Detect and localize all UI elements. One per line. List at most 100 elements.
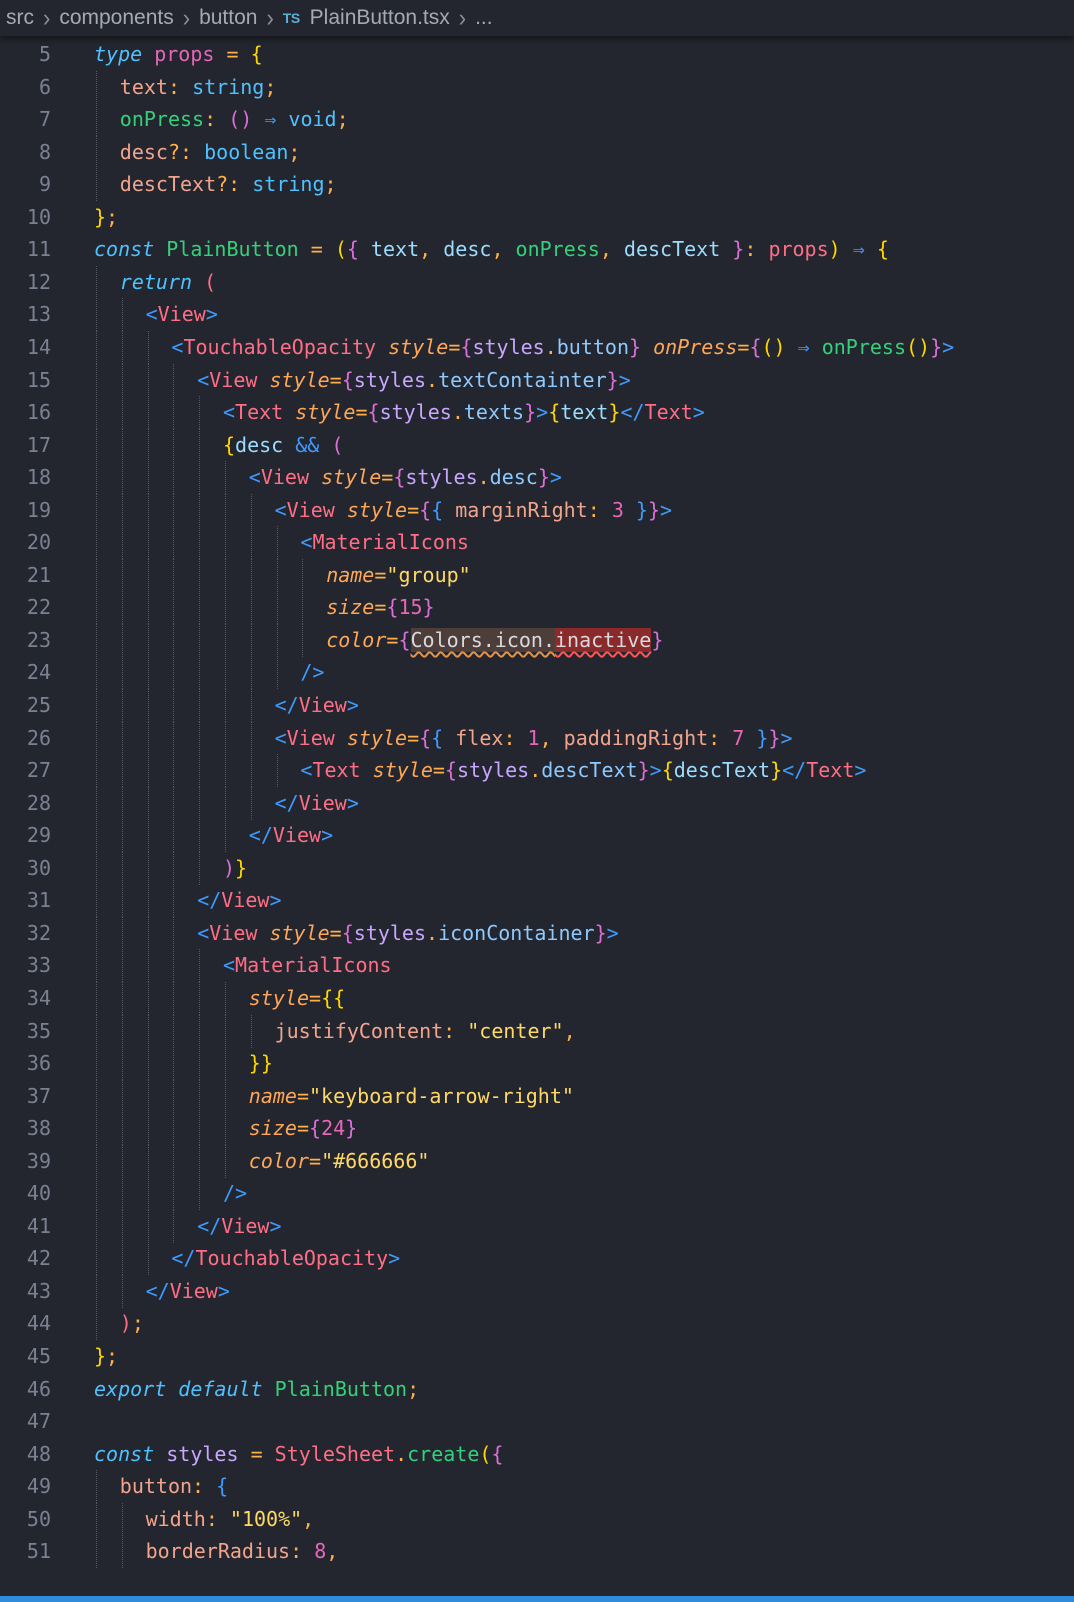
indent-guide	[225, 981, 226, 1015]
code-line[interactable]: 42 </TouchableOpacity>	[0, 1242, 1074, 1276]
code-token: {{	[321, 985, 346, 1010]
breadcrumb-item-button[interactable]: button	[199, 6, 257, 30]
code-line[interactable]: 49 button: {	[0, 1470, 1074, 1504]
code-line[interactable]: 13 <View>	[0, 298, 1074, 332]
code-line[interactable]: 18 <View style={styles.desc}>	[0, 461, 1074, 495]
code-line[interactable]: 26 <View style={{ flex: 1, paddingRight: …	[0, 721, 1074, 755]
code-line[interactable]: 6 text: string;	[0, 70, 1074, 104]
code-token: "center"	[467, 1018, 564, 1043]
line-number: 29	[26, 823, 51, 848]
code-line[interactable]: 10};	[0, 201, 1074, 234]
code-line[interactable]: 11 const PlainButton = ({ text, desc, onP…	[0, 233, 1074, 266]
code-line[interactable]: 50 width: "100%",	[0, 1502, 1074, 1536]
indent-guide	[121, 493, 123, 527]
code-line[interactable]: 44);	[0, 1307, 1074, 1341]
code-line[interactable]: 27 <Text style={styles.descText}>{descTex…	[0, 754, 1074, 788]
code-line[interactable]: 32 <View style={styles.iconContainer}>	[0, 916, 1074, 950]
indent-guide	[147, 884, 149, 918]
code-token: descText	[541, 758, 638, 783]
indent-guide	[225, 1144, 226, 1178]
line-number: 21	[26, 562, 51, 587]
code-token: View	[260, 465, 310, 490]
code-line[interactable]: 14 <TouchableOpacity style={styles.button…	[0, 330, 1074, 364]
code-line[interactable]: 34 style={{	[0, 981, 1074, 1015]
code-line[interactable]: 36}}	[0, 1047, 1074, 1081]
code-line[interactable]: 5 type props = {	[0, 38, 1074, 71]
code-token: 7	[732, 725, 745, 750]
code-line[interactable]: 16 <Text style={styles.texts}>{text}</Tex…	[0, 396, 1074, 430]
code-line[interactable]: 37 name="keyboard-arrow-right"	[0, 1079, 1074, 1113]
breadcrumb-item-src[interactable]: src	[6, 6, 34, 30]
indent-guide	[96, 1209, 97, 1243]
indent-guide	[121, 1014, 123, 1048]
code-line[interactable]: 25 </View>	[0, 689, 1074, 722]
error-highlight: inactive	[555, 627, 652, 652]
code-token: }	[647, 497, 660, 522]
code-token: <	[223, 400, 236, 425]
code-line[interactable]: 19 <View style={{ marginRight: 3 }}>	[0, 493, 1074, 527]
code-line[interactable]: 47	[0, 1405, 1074, 1438]
code-line[interactable]: 39 color="#666666"	[0, 1144, 1074, 1178]
code-line[interactable]: 46 export default PlainButton;	[0, 1373, 1074, 1406]
indent-guide	[250, 591, 252, 625]
code-line[interactable]: 43 </View>	[0, 1274, 1074, 1308]
code-token: :	[503, 725, 516, 750]
breadcrumb-item-components[interactable]: components	[59, 6, 173, 30]
line-number: 24	[26, 660, 51, 685]
indent-guide	[96, 1470, 97, 1504]
code-line[interactable]: 48 const styles = StyleSheet.create({	[0, 1438, 1074, 1471]
breadcrumb-item-symbols[interactable]: ...	[475, 6, 493, 30]
code-token: >	[649, 758, 662, 783]
code-line[interactable]: 35 justifyContent: "center",	[0, 1014, 1074, 1048]
code-line[interactable]: 17 {desc && (	[0, 428, 1074, 462]
code-token: {	[661, 758, 674, 783]
code-token: }	[606, 367, 619, 392]
indent-guide	[199, 396, 201, 430]
indent-guide	[173, 786, 175, 820]
code-line[interactable]: 24 />	[0, 656, 1074, 690]
code-token: <	[197, 920, 210, 945]
code-line[interactable]: 33 <MaterialIcons	[0, 949, 1074, 983]
code-token: }	[637, 758, 650, 783]
code-text: <View style={{ marginRight: 3 }}>	[275, 494, 672, 527]
indent-guide	[199, 949, 201, 983]
code-token: =	[329, 920, 342, 945]
line-number: 10	[26, 204, 51, 229]
code-line[interactable]: 38 size={24}	[0, 1112, 1074, 1146]
code-line[interactable]: 7 onPress: () ⇒ void;	[0, 103, 1074, 137]
line-number: 20	[26, 530, 51, 555]
breadcrumb-item-file[interactable]: PlainButton.tsx	[310, 6, 450, 30]
code-token: ?:	[216, 172, 241, 197]
code-line[interactable]: 23 color={Colors.icon.inactive}	[0, 623, 1074, 657]
code-line[interactable]: 12 return (	[0, 265, 1074, 299]
code-editor[interactable]: 5 type props = {6 text: string; 7 onPress: (…	[0, 36, 1074, 1596]
code-line[interactable]: 31 </View>	[0, 884, 1074, 918]
code-line[interactable]: 22 size={15}	[0, 591, 1074, 625]
indent-guide	[225, 461, 226, 495]
code-line[interactable]: 29 </View>	[0, 819, 1074, 853]
code-token: 24	[321, 1116, 346, 1141]
code-token: boolean	[204, 139, 289, 164]
code-line[interactable]: 30)}	[0, 851, 1074, 885]
code-line[interactable]: 20 <MaterialIcons	[0, 526, 1074, 560]
code-token: styles	[166, 1441, 239, 1466]
code-token: "#666666"	[321, 1148, 430, 1173]
code-token: string	[252, 172, 325, 197]
indent-guide	[173, 591, 175, 625]
indent-guide	[199, 819, 201, 853]
code-token: {	[341, 367, 354, 392]
code-line[interactable]: 9 descText?: string;	[0, 168, 1074, 202]
code-line[interactable]: 41 </View>	[0, 1209, 1074, 1243]
code-line[interactable]: 8 desc?: boolean;	[0, 135, 1074, 169]
code-token: =	[737, 334, 750, 359]
indent-guide	[173, 819, 175, 853]
code-line[interactable]: 21 name="group"	[0, 558, 1074, 592]
code-line[interactable]: 51 borderRadius: 8,	[0, 1535, 1074, 1569]
indent-guide	[173, 1014, 175, 1048]
code-line[interactable]: 28 </View>	[0, 786, 1074, 820]
code-line[interactable]: 15 <View style={styles.textContainter}>	[0, 363, 1074, 397]
code-line[interactable]: 45};	[0, 1340, 1074, 1373]
code-line[interactable]: 40 />	[0, 1177, 1074, 1211]
